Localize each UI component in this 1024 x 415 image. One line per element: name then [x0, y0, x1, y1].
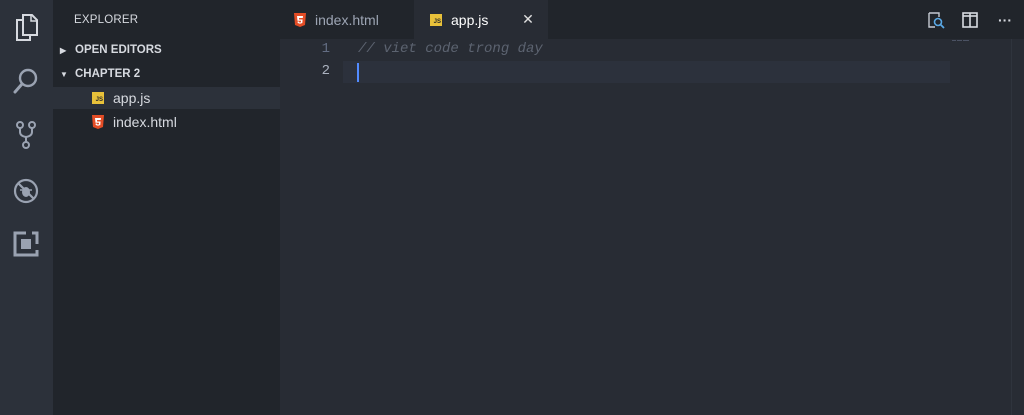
chevron-right-icon: ▶ [60, 45, 67, 55]
code-editor[interactable]: 1 2 // viet code trong day [280, 39, 1024, 415]
file-item-index-html[interactable]: index.html [53, 111, 280, 133]
file-name: index.html [113, 114, 177, 130]
tab-app-js[interactable]: JS app.js ✕ [414, 0, 548, 39]
split-editor-icon[interactable] [961, 11, 979, 29]
file-item-app-js[interactable]: JS app.js [53, 87, 280, 109]
line-number: 1 [321, 41, 330, 57]
tab-label: index.html [315, 11, 379, 28]
tab-label: app.js [451, 11, 489, 28]
text-cursor [357, 63, 359, 82]
current-line-highlight [343, 61, 950, 83]
tab-index-html[interactable]: index.html [280, 0, 414, 39]
open-editors-label: OPEN EDITORS [75, 44, 162, 56]
debug-icon[interactable] [11, 176, 41, 206]
folder-label: CHAPTER 2 [75, 68, 141, 80]
folder-chapter-2[interactable]: ▼ CHAPTER 2 [53, 63, 280, 85]
search-icon[interactable] [11, 66, 41, 96]
explorer-sidebar: EXPLORER ▶ OPEN EDITORS ▼ CHAPTER 2 JS a… [53, 0, 280, 415]
open-editors-section[interactable]: ▶ OPEN EDITORS [53, 39, 280, 61]
open-changes-icon[interactable] [927, 11, 945, 29]
activity-bar [0, 0, 53, 415]
vertical-scrollbar[interactable] [1011, 39, 1024, 415]
js-file-icon: JS [430, 13, 442, 26]
line-number: 2 [321, 63, 330, 79]
source-control-icon[interactable] [11, 120, 41, 150]
close-icon[interactable]: ✕ [520, 11, 536, 27]
code-line-comment: // viet code trong day [358, 41, 543, 57]
extensions-icon[interactable] [11, 229, 41, 259]
explorer-title: EXPLORER [74, 14, 139, 26]
files-icon[interactable] [11, 12, 41, 42]
html-file-icon [91, 115, 105, 129]
minimap [952, 40, 969, 41]
js-file-icon: JS [91, 91, 105, 105]
more-actions-icon[interactable]: ··· [996, 11, 1014, 29]
tab-bar: index.html JS app.js ✕ ··· [280, 0, 1024, 39]
file-name: app.js [113, 90, 151, 106]
chevron-down-icon: ▼ [60, 69, 68, 79]
html-file-icon [294, 12, 306, 27]
